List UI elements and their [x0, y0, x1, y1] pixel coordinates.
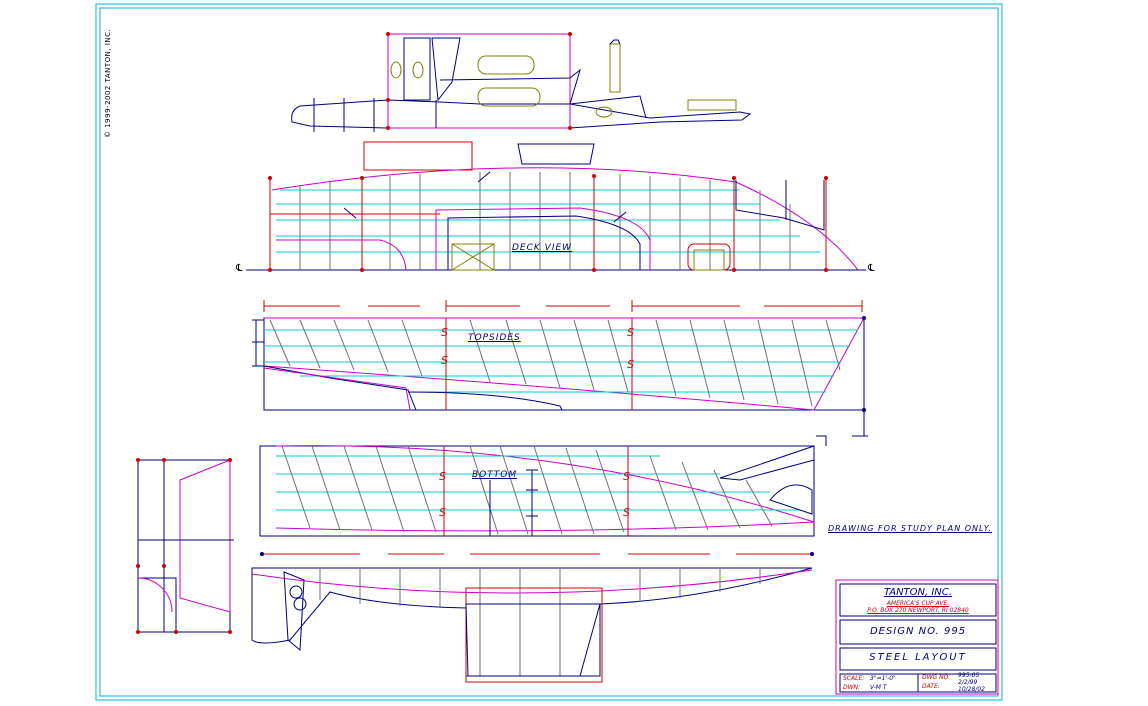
- shell-view: [251, 567, 813, 683]
- bottom-label: BOTTOM: [472, 470, 518, 480]
- topsides-view: [252, 300, 868, 437]
- cabin-house: [387, 33, 571, 129]
- cabin-aft: [439, 68, 581, 105]
- bottom-view: [259, 435, 827, 556]
- deck-hatch-2-inner: [693, 249, 725, 271]
- station-mark: S: [627, 358, 634, 371]
- centerline-symbol-left: ℄: [236, 263, 243, 274]
- shell-rudder: [283, 571, 305, 652]
- deck-frames: [299, 172, 791, 270]
- topsides-right-dim: [852, 410, 868, 437]
- hatch-profile: [687, 99, 737, 111]
- station-mark: S: [439, 470, 446, 483]
- shell-sheer: [251, 569, 813, 594]
- shell-keel-box: [465, 587, 603, 683]
- profile-station-ticks: [313, 98, 375, 132]
- cabin-house-trim: [387, 33, 571, 129]
- section-view: [136, 458, 234, 634]
- bottom-transom: [719, 445, 815, 481]
- topsides-label: TOPSIDES: [468, 333, 521, 343]
- topsides-diagonals: [269, 319, 841, 407]
- scale-label: SCALE:: [843, 675, 865, 682]
- topsides-sheer: [263, 317, 865, 411]
- deck-top-box: [363, 141, 473, 171]
- sheet-title: STEEL LAYOUT: [869, 652, 967, 663]
- cabin-inner: [403, 37, 431, 101]
- hull-profile: [291, 99, 752, 129]
- deck-view-label: DECK VIEW: [512, 243, 573, 253]
- station-mark: S: [627, 326, 634, 339]
- dwn-label: DWN:: [843, 684, 861, 691]
- foredeck-port: [595, 106, 613, 118]
- design-number: DESIGN NO. 995: [869, 626, 967, 637]
- station-mark: S: [623, 470, 630, 483]
- windshield: [431, 37, 461, 102]
- address-line-2: P.O. BOX 270 NEWPORT, RI 02840: [867, 607, 969, 614]
- drawing-sheet: © 1999-2002 TANTON, INC. DECK VIEW TOPSI…: [0, 0, 1148, 702]
- deck-aft-curve: [276, 239, 407, 271]
- topsides-keel: [263, 365, 417, 411]
- mast-top: [609, 39, 621, 45]
- dwg-label: DWG NO.: [922, 674, 950, 681]
- bottom-chine-2: [275, 521, 815, 532]
- deck-top-shape: [517, 143, 595, 165]
- address-line-1: AMERICA'S CUP AVE.: [886, 600, 950, 607]
- centerline-symbol-right: ℄: [868, 263, 875, 274]
- company-name: TANTON, INC.: [884, 587, 952, 598]
- topsides-dimension: [263, 300, 863, 312]
- shell-keel: [465, 603, 601, 677]
- deck-dots: [268, 174, 828, 272]
- station-mark: S: [441, 354, 448, 367]
- section-lower-box: [137, 577, 177, 633]
- study-plan-note: DRAWING FOR STUDY PLAN ONLY.: [828, 524, 993, 533]
- topsides-skeg: [407, 391, 563, 411]
- station-mark: S: [623, 506, 630, 519]
- dwn-value: V-M T: [870, 684, 887, 691]
- section-outline: [137, 459, 231, 633]
- foredeck-house: [569, 95, 647, 119]
- topsides-outline: [263, 317, 865, 411]
- date-value-2: 10/28/02: [958, 686, 985, 693]
- station-mark: S: [439, 506, 446, 519]
- mast: [609, 43, 621, 93]
- window-upper: [477, 55, 535, 75]
- window-lower: [477, 87, 541, 107]
- bottom-waterlines: [276, 455, 800, 511]
- topsides-waterlines: [264, 329, 858, 393]
- port-oval-2: [412, 61, 424, 79]
- deck-sheer: [271, 167, 859, 271]
- profile-view: [291, 32, 752, 132]
- scale-value: 3"=1'-0": [870, 675, 896, 682]
- topsides-left-dim: [252, 319, 264, 367]
- station-mark: S: [441, 326, 448, 339]
- date-label: DATE:: [922, 683, 940, 690]
- port-oval: [390, 61, 402, 79]
- topsides-shaded: [263, 367, 411, 411]
- section-shape: [179, 459, 231, 613]
- date-value-1: 2/2/99: [958, 679, 978, 686]
- dwg-value: 995-05: [958, 672, 980, 679]
- copyright-text: © 1999-2002 TANTON, INC.: [104, 28, 112, 138]
- profile-station-dots: [386, 32, 572, 130]
